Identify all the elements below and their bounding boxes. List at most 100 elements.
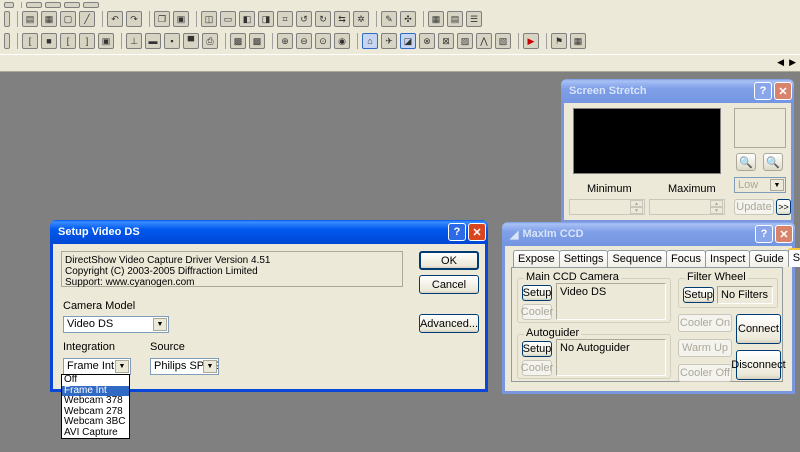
stack-icon[interactable]: ▀: [183, 33, 199, 49]
block-icon[interactable]: ▪: [164, 33, 180, 49]
calculator-icon[interactable]: ▦: [428, 11, 444, 27]
frame-icon[interactable]: ▣: [98, 33, 114, 49]
spin-up-icon[interactable]: ▲: [710, 200, 723, 207]
merge-icon[interactable]: ◨: [258, 11, 274, 27]
zoom-out-button[interactable]: 🔍: [763, 153, 783, 171]
cancel-button[interactable]: Cancel: [419, 275, 479, 294]
list-icon[interactable]: ☰: [466, 11, 482, 27]
toolbar-button[interactable]: [26, 2, 42, 8]
bracket-icon[interactable]: [: [60, 33, 76, 49]
camera-control-icon[interactable]: ⌂: [362, 33, 378, 49]
zoom-in-button[interactable]: 🔍: [736, 153, 756, 171]
close-icon[interactable]: ✕: [775, 225, 793, 243]
tab-setup[interactable]: Setup: [787, 248, 800, 267]
spin-up-icon[interactable]: ▲: [630, 200, 643, 207]
bracket-icon[interactable]: [: [22, 33, 38, 49]
bracket-icon[interactable]: ]: [79, 33, 95, 49]
bitmap-icon[interactable]: ▩: [249, 33, 265, 49]
autoguider-cooler-button[interactable]: Cooler: [521, 360, 553, 376]
stop-icon[interactable]: ■: [41, 33, 57, 49]
image-list-icon[interactable]: ▤: [22, 11, 38, 27]
toolbar-button[interactable]: [64, 2, 80, 8]
help-icon[interactable]: ?: [754, 82, 772, 100]
zoom-icon[interactable]: ◉: [334, 33, 350, 49]
settings-icon[interactable]: ✲: [353, 11, 369, 27]
print-icon[interactable]: ⎙: [202, 33, 218, 49]
grid-icon[interactable]: ▦: [41, 11, 57, 27]
tab-settings[interactable]: Settings: [558, 250, 609, 267]
filter-wheel-setup-button[interactable]: Setup: [683, 287, 714, 303]
close-icon[interactable]: ✕: [774, 82, 792, 100]
copy-icon[interactable]: ❐: [154, 11, 170, 27]
line-icon[interactable]: ╱: [79, 11, 95, 27]
tab-inspect[interactable]: Inspect: [704, 250, 751, 267]
cooler-off-button[interactable]: Cooler Off: [678, 364, 732, 382]
pencil-icon[interactable]: ✎: [381, 11, 397, 27]
new-window-icon[interactable]: ▭: [220, 11, 236, 27]
toolbar-button[interactable]: [4, 2, 14, 8]
tab-focus[interactable]: Focus: [666, 250, 706, 267]
undo-icon[interactable]: ↶: [107, 11, 123, 27]
disconnect-button[interactable]: Disconnect: [731, 350, 786, 380]
paste-icon[interactable]: ▣: [173, 11, 189, 27]
advanced-button[interactable]: Advanced...: [419, 314, 479, 333]
preview-thumbnail[interactable]: [734, 108, 786, 148]
main-camera-setup-button[interactable]: Setup: [522, 285, 552, 301]
maximum-input[interactable]: ▲ ▼: [649, 199, 725, 215]
crop-tool-icon[interactable]: ⌗: [277, 11, 293, 27]
picture-icon[interactable]: ⊠: [438, 33, 454, 49]
tab-guide[interactable]: Guide: [749, 250, 789, 267]
close-icon[interactable]: ✕: [468, 223, 486, 241]
rotate-left-icon[interactable]: ↺: [296, 11, 312, 27]
camera-model-select[interactable]: Video DS ▼: [63, 316, 169, 333]
warm-up-button[interactable]: Warm Up: [678, 339, 732, 357]
info-icon[interactable]: ⊗: [419, 33, 435, 49]
align-icon[interactable]: ⊥: [126, 33, 142, 49]
help-icon[interactable]: ?: [755, 225, 773, 243]
graph-icon[interactable]: ⋀: [476, 33, 492, 49]
toolbar-button[interactable]: [83, 2, 99, 8]
bitmap-icon[interactable]: ▩: [230, 33, 246, 49]
screen-stretch-icon[interactable]: ◪: [400, 33, 416, 49]
zoom-in-icon[interactable]: ⊕: [277, 33, 293, 49]
flip-icon[interactable]: ⇆: [334, 11, 350, 27]
tab-sequence[interactable]: Sequence: [607, 250, 667, 267]
main-camera-cooler-button[interactable]: Cooler: [521, 304, 553, 320]
telescope-icon[interactable]: ✈: [381, 33, 397, 49]
blue-square-icon[interactable]: ▧: [495, 33, 511, 49]
flag-icon[interactable]: ⚑: [551, 33, 567, 49]
spin-down-icon[interactable]: ▼: [630, 207, 643, 214]
minimum-input[interactable]: ▲ ▼: [569, 199, 645, 215]
dropdown-option[interactable]: Webcam 378: [62, 395, 129, 407]
pixel-icon[interactable]: ✣: [400, 11, 416, 27]
cooler-on-button[interactable]: Cooler On: [678, 314, 732, 332]
bar-icon[interactable]: ▬: [145, 33, 161, 49]
redo-icon[interactable]: ↷: [126, 11, 142, 27]
stretch-mode-select[interactable]: Low ▼: [734, 177, 786, 193]
image-icon[interactable]: ▨: [457, 33, 473, 49]
scroll-left-icon[interactable]: ◀: [777, 57, 784, 68]
autoguider-setup-button[interactable]: Setup: [522, 341, 552, 357]
table-icon[interactable]: ▤: [447, 11, 463, 27]
crop-icon[interactable]: ▢: [60, 11, 76, 27]
update-button[interactable]: Update: [734, 199, 774, 215]
scroll-right-icon[interactable]: ▶: [789, 57, 796, 68]
dropdown-option[interactable]: AVI Capture: [62, 427, 129, 439]
histogram-display[interactable]: [573, 108, 721, 174]
integration-select[interactable]: Frame Int. ▼: [63, 358, 131, 375]
toolbar-button[interactable]: [45, 2, 61, 8]
dropdown-option[interactable]: Webcam 3BC: [62, 416, 129, 428]
play-icon[interactable]: ▶: [523, 33, 539, 49]
rotate-right-icon[interactable]: ↻: [315, 11, 331, 27]
expand-button[interactable]: >>: [776, 199, 791, 215]
tab-expose[interactable]: Expose: [513, 250, 560, 267]
zoom-fit-icon[interactable]: ⊙: [315, 33, 331, 49]
split-icon[interactable]: ◧: [239, 11, 255, 27]
connect-button[interactable]: Connect: [736, 314, 781, 344]
help-icon[interactable]: ?: [448, 223, 466, 241]
zoom-out-icon[interactable]: ⊖: [296, 33, 312, 49]
ok-button[interactable]: OK: [419, 251, 479, 270]
spin-down-icon[interactable]: ▼: [710, 207, 723, 214]
grid-small-icon[interactable]: ▦: [570, 33, 586, 49]
source-select[interactable]: Philips SPC 9 ▼: [150, 358, 219, 375]
